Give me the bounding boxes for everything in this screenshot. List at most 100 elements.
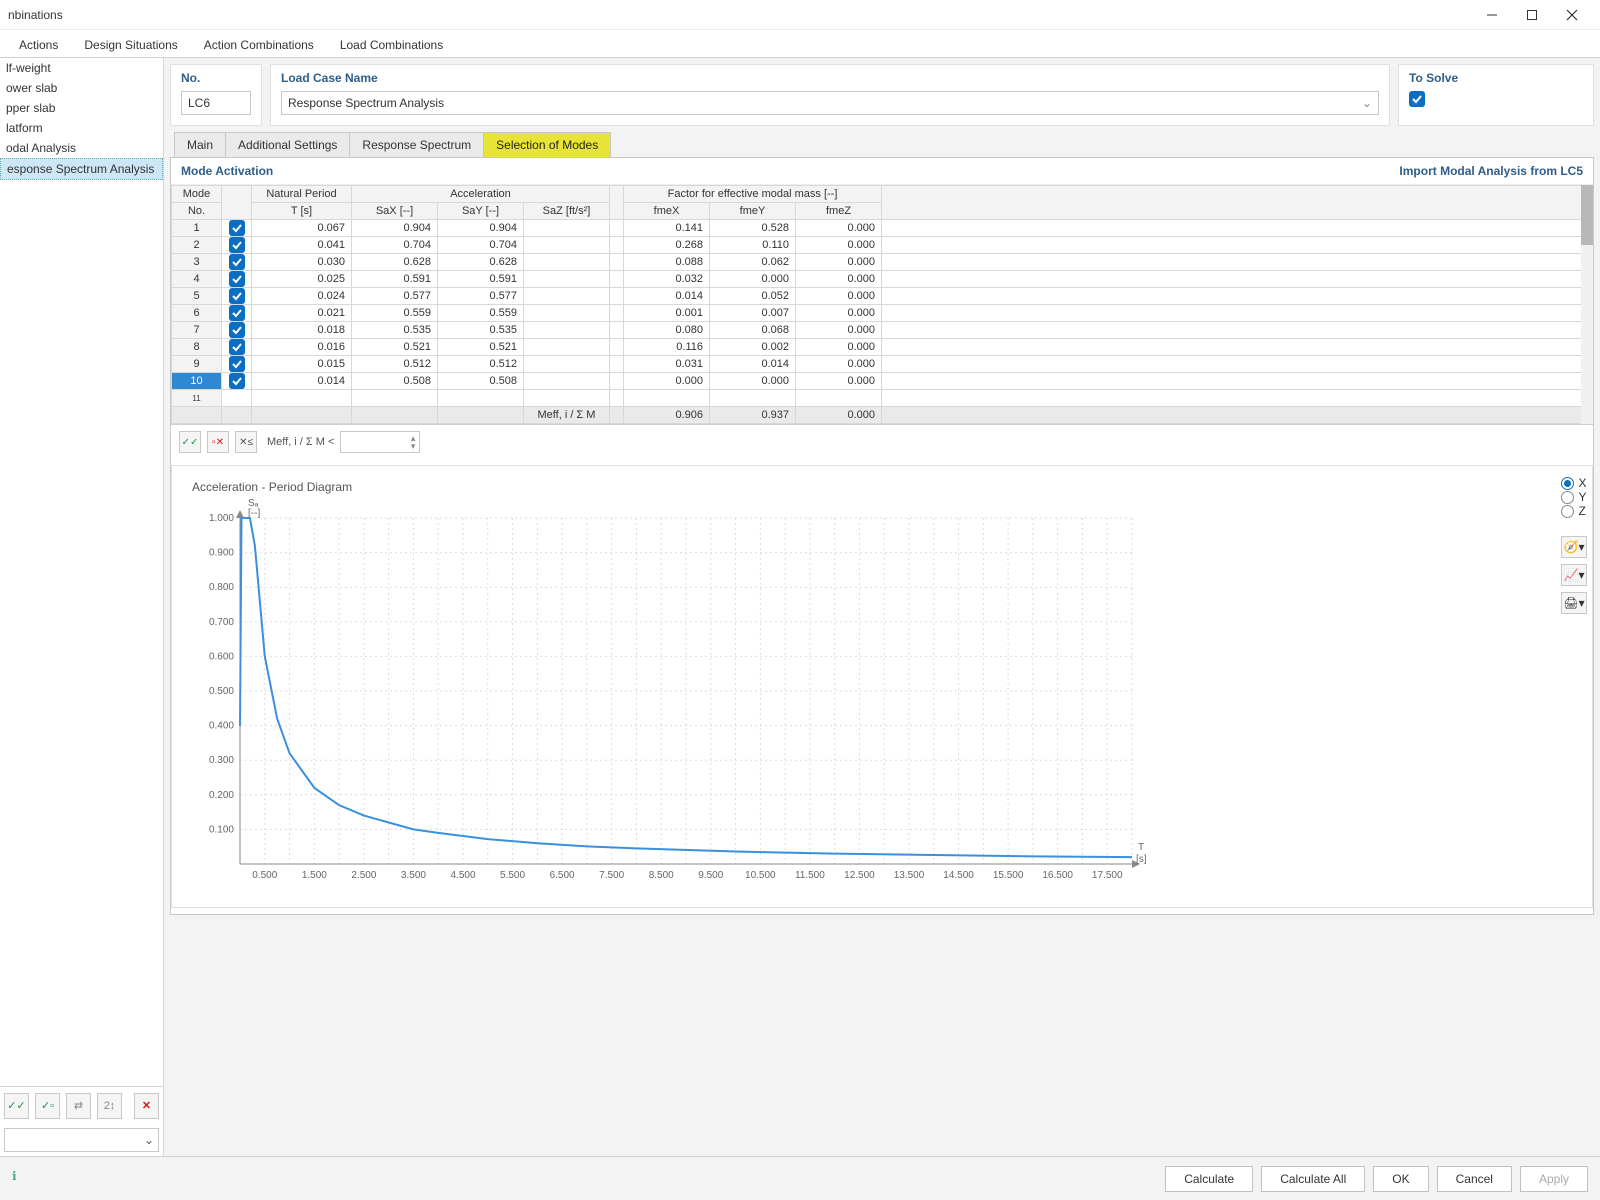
svg-text:12.500: 12.500 xyxy=(844,870,875,881)
ok-button[interactable]: OK xyxy=(1373,1166,1428,1192)
main-tabs: ActionsDesign SituationsAction Combinati… xyxy=(0,30,1600,58)
row-checkbox[interactable] xyxy=(229,305,245,321)
row-checkbox[interactable] xyxy=(229,373,245,389)
main-tab-actions[interactable]: Actions xyxy=(6,32,71,57)
solve-group: To Solve xyxy=(1398,64,1594,126)
main-tab-action-combinations[interactable]: Action Combinations xyxy=(191,32,327,57)
row-checkbox[interactable] xyxy=(229,237,245,253)
table-row[interactable]: 60.0210.5590.5590.0010.0070.000 xyxy=(172,305,1593,322)
print-chart-button[interactable]: 🖨▾ xyxy=(1561,592,1587,614)
row-checkbox[interactable] xyxy=(229,322,245,338)
main-tab-design-situations[interactable]: Design Situations xyxy=(71,32,190,57)
swap-button[interactable]: ⇄ xyxy=(66,1093,91,1119)
solve-checkbox[interactable] xyxy=(1409,91,1425,107)
maximize-button[interactable] xyxy=(1512,0,1552,30)
filter-value-input[interactable]: ▴▾ xyxy=(340,431,420,453)
col-fmex: fmeX xyxy=(624,203,710,220)
left-item[interactable]: lf-weight xyxy=(0,58,163,78)
svg-text:4.500: 4.500 xyxy=(450,870,475,881)
left-item[interactable]: esponse Spectrum Analysis xyxy=(0,158,163,180)
check-all-button[interactable]: ✓✓ xyxy=(4,1093,29,1119)
col-T: T [s] xyxy=(252,203,352,220)
left-panel: lf-weightower slabpper slablatformodal A… xyxy=(0,58,164,1156)
window-title: nbinations xyxy=(8,8,63,22)
calculate-button[interactable]: Calculate xyxy=(1165,1166,1253,1192)
sub-tab-selection-of-modes[interactable]: Selection of Modes xyxy=(483,132,611,157)
calculate-all-button[interactable]: Calculate All xyxy=(1261,1166,1365,1192)
svg-text:0.100: 0.100 xyxy=(209,824,234,835)
row-checkbox[interactable] xyxy=(229,339,245,355)
axis-radio-y[interactable]: Y xyxy=(1561,490,1586,504)
svg-text:5.500: 5.500 xyxy=(500,870,525,881)
toggle-check-button[interactable]: ✓▫ xyxy=(35,1093,60,1119)
table-row[interactable]: 10.0670.9040.9040.1410.5280.000 xyxy=(172,220,1593,237)
table-row[interactable]: 70.0180.5350.5350.0800.0680.000 xyxy=(172,322,1593,339)
svg-text:T: T xyxy=(1138,842,1144,853)
row-checkbox[interactable] xyxy=(229,254,245,270)
import-modal-link[interactable]: Import Modal Analysis from LC5 xyxy=(1399,164,1583,178)
no-field[interactable]: LC6 xyxy=(181,91,251,115)
col-sax: SaX [--] xyxy=(352,203,438,220)
left-load-case-list: lf-weightower slabpper slablatformodal A… xyxy=(0,58,163,1086)
info-icon[interactable]: ℹ xyxy=(12,1169,32,1189)
svg-text:15.500: 15.500 xyxy=(993,870,1024,881)
minimize-button[interactable] xyxy=(1472,0,1512,30)
chevron-down-icon: ⌄ xyxy=(144,1133,154,1147)
table-scrollbar[interactable] xyxy=(1581,185,1593,424)
sort-button[interactable]: 2↕ xyxy=(97,1093,122,1119)
svg-text:17.500: 17.500 xyxy=(1092,870,1123,881)
row-checkbox[interactable] xyxy=(229,271,245,287)
chart-title: Acceleration - Period Diagram xyxy=(192,480,1536,494)
table-row[interactable]: 20.0410.7040.7040.2680.1100.000 xyxy=(172,237,1593,254)
sub-tab-response-spectrum[interactable]: Response Spectrum xyxy=(349,132,484,157)
table-row[interactable]: 100.0140.5080.5080.0000.0000.000 xyxy=(172,373,1593,390)
svg-text:0.900: 0.900 xyxy=(209,548,234,559)
table-row[interactable]: 50.0240.5770.5770.0140.0520.000 xyxy=(172,288,1593,305)
left-item[interactable]: latform xyxy=(0,118,163,138)
axis-radio-x[interactable]: X xyxy=(1561,476,1586,490)
left-item[interactable]: odal Analysis xyxy=(0,138,163,158)
apply-button[interactable]: Apply xyxy=(1520,1166,1588,1192)
row-checkbox[interactable] xyxy=(229,220,245,236)
col-fmey: fmeY xyxy=(710,203,796,220)
col-period-group: Natural Period xyxy=(252,186,352,203)
svg-text:16.500: 16.500 xyxy=(1042,870,1073,881)
right-panel: No. LC6 Load Case Name Response Spectrum… xyxy=(164,58,1600,1156)
left-item[interactable]: pper slab xyxy=(0,98,163,118)
table-row[interactable]: 40.0250.5910.5910.0320.0000.000 xyxy=(172,271,1593,288)
svg-text:[s]: [s] xyxy=(1136,854,1147,865)
main-tab-load-combinations[interactable]: Load Combinations xyxy=(327,32,456,57)
svg-text:0.400: 0.400 xyxy=(209,721,234,732)
delete-button[interactable]: ✕ xyxy=(134,1093,159,1119)
select-all-button[interactable]: ✓✓ xyxy=(179,431,201,453)
filter-mass-button[interactable]: ✕≤ xyxy=(235,431,257,453)
cancel-button[interactable]: Cancel xyxy=(1437,1166,1512,1192)
sub-tab-additional-settings[interactable]: Additional Settings xyxy=(225,132,350,157)
svg-text:9.500: 9.500 xyxy=(698,870,723,881)
sub-tab-main[interactable]: Main xyxy=(174,132,226,157)
axis-radio-z[interactable]: Z xyxy=(1561,504,1586,518)
table-row[interactable]: 90.0150.5120.5120.0310.0140.000 xyxy=(172,356,1593,373)
acceleration-period-chart: 0.1000.2000.3000.4000.5000.6000.7000.800… xyxy=(192,494,1152,894)
col-saz: SaZ [ft/s²] xyxy=(524,203,610,220)
dialog-footer: ℹ Calculate Calculate All OK Cancel Appl… xyxy=(0,1156,1600,1200)
no-label: No. xyxy=(181,71,251,85)
curve-tool-button[interactable]: 📈▾ xyxy=(1561,564,1587,586)
col-accel-group: Acceleration xyxy=(352,186,610,203)
zoom-tool-button[interactable]: 🧭▾ xyxy=(1561,536,1587,558)
svg-text:3.500: 3.500 xyxy=(401,870,426,881)
left-item[interactable]: ower slab xyxy=(0,78,163,98)
table-row[interactable]: 80.0160.5210.5210.1160.0020.000 xyxy=(172,339,1593,356)
table-row[interactable]: 11 xyxy=(172,390,1593,407)
svg-text:0.700: 0.700 xyxy=(209,617,234,628)
close-button[interactable] xyxy=(1552,0,1592,30)
row-checkbox[interactable] xyxy=(229,288,245,304)
mode-header: Mode Activation Import Modal Analysis fr… xyxy=(171,158,1593,185)
no-group: No. LC6 xyxy=(170,64,262,126)
row-checkbox[interactable] xyxy=(229,356,245,372)
name-field[interactable]: Response Spectrum Analysis ⌄ xyxy=(281,91,1379,115)
svg-text:14.500: 14.500 xyxy=(943,870,974,881)
left-combo[interactable]: ⌄ xyxy=(4,1128,159,1152)
deselect-all-button[interactable]: ▫✕ xyxy=(207,431,229,453)
table-row[interactable]: 30.0300.6280.6280.0880.0620.000 xyxy=(172,254,1593,271)
